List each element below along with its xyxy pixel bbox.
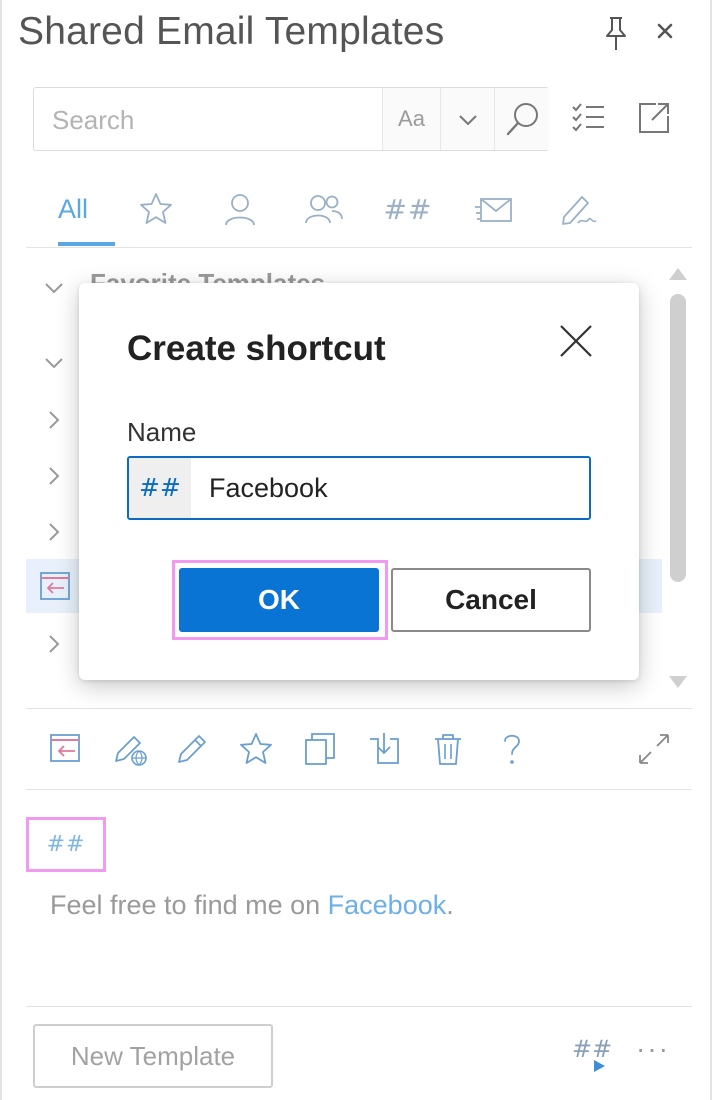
facebook-link[interactable]: Facebook [328,890,447,920]
panel-footer: New Template ## ··· [26,1006,692,1098]
pin-icon[interactable] [602,16,630,52]
chevron-down-icon[interactable] [42,351,66,375]
open-external-icon[interactable] [636,100,672,136]
chevron-right-icon[interactable] [42,408,66,432]
chevron-right-icon[interactable] [42,520,66,544]
copy-icon[interactable] [302,731,338,767]
close-panel-icon[interactable] [654,20,676,42]
scrollbar-thumb[interactable] [670,294,686,582]
add-in-panel: Shared Email Templates Aa All [0,0,712,1100]
expand-icon[interactable] [636,731,672,767]
pencil-icon[interactable] [174,731,210,767]
close-icon[interactable] [558,323,594,359]
search-input[interactable] [52,102,382,138]
ok-button[interactable]: OK [179,568,379,632]
panel-title: Shared Email Templates [18,10,445,53]
signature-icon [562,196,597,225]
tab-my-templates[interactable] [210,184,270,234]
search-options-dropdown[interactable] [440,88,494,150]
chevron-right-icon[interactable] [42,632,66,656]
move-to-folder-icon[interactable] [366,731,402,767]
checklist-icon[interactable] [570,100,606,136]
cancel-button[interactable]: Cancel [391,568,591,632]
dialog-title: Create shortcut [127,329,386,368]
star-icon[interactable] [238,731,274,767]
template-actions-toolbar [26,708,692,790]
help-icon[interactable] [494,731,530,767]
chevron-down-icon[interactable] [42,276,66,300]
email-icon [475,198,512,222]
name-field: ## [127,456,591,520]
shortcut-name-input[interactable] [191,458,589,518]
trash-icon[interactable] [430,731,466,767]
scroll-up-arrow[interactable] [669,268,687,280]
shortcut-tag[interactable]: ## [26,817,106,872]
tab-emails[interactable] [464,184,524,234]
tab-all-label: All [57,193,88,224]
chevron-right-icon[interactable] [42,464,66,488]
tab-signatures[interactable] [548,184,608,234]
template-preview-text: Feel free to find me on Facebook. [50,890,454,921]
tab-team-templates[interactable] [294,184,354,234]
insert-shortcut-button[interactable]: ## [572,1035,612,1073]
match-case-toggle[interactable]: Aa [382,88,440,150]
users-icon [305,195,343,224]
search-box: Aa [33,87,549,151]
play-icon [594,1060,605,1072]
preview-text-before: Feel free to find me on [50,890,328,920]
edit-globe-icon[interactable] [112,731,148,767]
chevron-down-icon [459,115,477,126]
insert-template-icon[interactable] [48,731,84,767]
tab-favorites[interactable] [126,184,186,234]
hash-icon: ## [383,192,433,226]
insert-template-icon [40,572,70,600]
new-template-button[interactable]: New Template [33,1024,273,1088]
scroll-down-arrow[interactable] [669,676,687,688]
template-filter-tabs: All ## [26,170,692,248]
user-icon [225,194,255,226]
more-options-button[interactable]: ··· [636,1035,670,1067]
search-button[interactable] [494,88,549,150]
tab-all[interactable]: All [44,184,102,234]
preview-text-after: . [446,890,454,920]
create-shortcut-dialog: Create shortcut Name ## OK Cancel [79,283,639,680]
name-field-label: Name [127,417,197,447]
tab-shortcuts[interactable]: ## [378,184,438,234]
search-icon [506,103,538,136]
shortcut-prefix: ## [129,458,191,518]
star-icon [140,193,172,224]
active-tab-indicator [58,242,115,246]
